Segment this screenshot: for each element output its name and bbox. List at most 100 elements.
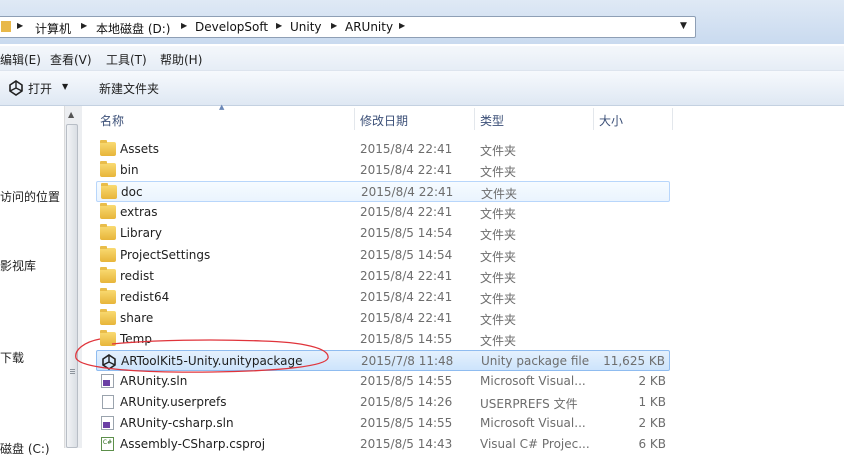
scrollbar-thumb[interactable] — [66, 124, 78, 448]
file-row[interactable]: extras 2015/8/4 22:41 文件夹 — [96, 202, 670, 223]
folder-icon — [100, 309, 116, 325]
menu-help[interactable]: 帮助(H) — [160, 51, 202, 68]
nav-item-local-disk-c[interactable]: 磁盘 (C:) — [0, 440, 50, 457]
breadcrumb-unity[interactable]: Unity — [290, 20, 322, 34]
file-name: doc — [121, 185, 143, 199]
file-name: share — [120, 311, 154, 325]
file-type: 文件夹 — [480, 313, 517, 327]
file-date: 2015/8/4 22:41 — [360, 142, 453, 156]
file-row[interactable]: share 2015/8/4 22:41 文件夹 — [96, 308, 670, 329]
folder-icon — [100, 267, 116, 283]
breadcrumb-computer[interactable]: 计算机 — [35, 20, 71, 37]
file-date: 2015/8/5 14:43 — [360, 437, 453, 451]
menu-bar: 编辑(E) 查看(V) 工具(T) 帮助(H) — [0, 46, 844, 71]
folder-icon — [1, 20, 11, 32]
breadcrumb-developsoft[interactable]: DevelopSoft — [195, 20, 268, 34]
breadcrumb-arrow-icon[interactable]: ▶ — [276, 21, 282, 30]
folder-icon — [100, 140, 116, 156]
nav-item-videos[interactable]: 影视库 — [0, 257, 36, 274]
file-date: 2015/8/5 14:55 — [360, 416, 453, 430]
menu-view[interactable]: 查看(V) — [50, 51, 92, 68]
file-size: 2 KB — [638, 374, 666, 388]
file-name: bin — [120, 163, 139, 177]
file-date: 2015/8/4 22:41 — [360, 269, 453, 283]
file-date: 2015/8/4 22:41 — [360, 205, 453, 219]
column-divider[interactable] — [593, 108, 594, 130]
file-type: 文件夹 — [480, 250, 517, 264]
file-date: 2015/8/4 22:41 — [360, 311, 453, 325]
file-row[interactable]: ARUnity.sln 2015/8/5 14:55 Microsoft Visua… — [96, 371, 670, 392]
file-row[interactable]: ARUnity.userprefs 2015/8/5 14:26 USERPREFS… — [96, 392, 670, 413]
file-type: 文件夹 — [480, 207, 517, 221]
breadcrumb-arrow-icon[interactable]: ▶ — [331, 21, 337, 30]
file-row[interactable]: doc 2015/8/4 22:41 文件夹 — [96, 181, 670, 202]
menu-tools[interactable]: 工具(T) — [106, 51, 147, 68]
file-type: USERPREFS 文件 — [480, 397, 578, 411]
menu-edit[interactable]: 编辑(E) — [0, 51, 41, 68]
file-row[interactable]: Assets 2015/8/4 22:41 文件夹 — [96, 139, 670, 160]
column-header-name[interactable]: 名称 — [100, 112, 124, 129]
file-row[interactable]: ProjectSettings 2015/8/5 14:54 文件夹 — [96, 245, 670, 266]
file-row[interactable]: C# Assembly-CSharp.csproj 2015/8/5 14:43 Vi… — [96, 434, 670, 455]
file-date: 2015/8/5 14:54 — [360, 226, 453, 240]
file-name: Library — [120, 226, 162, 240]
command-bar: 打开 ▼ 新建文件夹 — [0, 71, 844, 106]
folder-icon — [100, 203, 116, 219]
file-type: Unity package file — [481, 354, 590, 368]
open-dropdown-icon[interactable]: ▼ — [62, 82, 68, 91]
file-row[interactable]: redist64 2015/8/4 22:41 文件夹 — [96, 287, 670, 308]
file-type: 文件夹 — [480, 228, 517, 242]
file-name: ARUnity.userprefs — [120, 395, 227, 409]
column-divider[interactable] — [474, 108, 475, 130]
column-header-size[interactable]: 大小 — [599, 112, 623, 129]
file-row[interactable]: bin 2015/8/4 22:41 文件夹 — [96, 160, 670, 181]
file-date: 2015/8/5 14:54 — [360, 248, 453, 262]
file-type: 文件夹 — [480, 334, 517, 348]
sort-arrow-icon: ▲ — [219, 103, 225, 111]
visual-studio-icon — [101, 416, 114, 430]
open-button[interactable]: 打开 — [28, 80, 52, 97]
file-type: 文件夹 — [481, 187, 518, 201]
column-header-date[interactable]: 修改日期 — [360, 112, 408, 129]
nav-item-recent-places[interactable]: 访问的位置 — [0, 188, 60, 205]
file-row[interactable]: redist 2015/8/4 22:41 文件夹 — [96, 266, 670, 287]
address-dropdown-icon[interactable]: ▼ — [680, 21, 687, 31]
file-date: 2015/8/4 22:41 — [360, 163, 453, 177]
column-divider[interactable] — [672, 108, 673, 130]
file-date: 2015/8/5 14:55 — [360, 374, 453, 388]
file-type: 文件夹 — [480, 271, 517, 285]
file-row[interactable]: Library 2015/8/5 14:54 文件夹 — [96, 223, 670, 244]
file-name: Assets — [120, 142, 160, 156]
address-bar-area: ▶ 计算机 ▶ 本地磁盘 (D:) ▶ DevelopSoft ▶ Unity … — [0, 0, 844, 44]
file-size: 11,625 KB — [603, 354, 665, 368]
document-icon — [102, 395, 114, 409]
file-name: ARUnity.sln — [120, 374, 188, 388]
scroll-up-arrow-icon[interactable]: ▲ — [68, 110, 74, 119]
file-date: 2015/8/4 22:41 — [361, 185, 454, 199]
nav-item-downloads[interactable]: 下载 — [0, 349, 24, 366]
file-name: extras — [120, 205, 158, 219]
file-type: Visual C# Projec... — [480, 437, 590, 451]
file-type: 文件夹 — [480, 165, 517, 179]
column-divider[interactable] — [354, 108, 355, 130]
breadcrumb-arrow-icon[interactable]: ▶ — [399, 21, 405, 30]
unity-icon — [8, 80, 24, 99]
file-name: Assembly-CSharp.csproj — [120, 437, 266, 451]
breadcrumb-arrow-icon[interactable]: ▶ — [17, 21, 23, 30]
file-name: ProjectSettings — [120, 248, 211, 262]
breadcrumb-drive[interactable]: 本地磁盘 (D:) — [96, 20, 170, 37]
file-size: 2 KB — [638, 416, 666, 430]
file-date: 2015/8/5 14:26 — [360, 395, 453, 409]
folder-icon — [101, 183, 117, 199]
column-header-type[interactable]: 类型 — [480, 112, 504, 129]
file-name: redist64 — [120, 290, 170, 304]
breadcrumb-arunity[interactable]: ARUnity — [345, 20, 393, 34]
new-folder-button[interactable]: 新建文件夹 — [99, 80, 159, 97]
file-name: ARUnity-csharp.sln — [120, 416, 234, 430]
address-bar[interactable]: ▶ 计算机 ▶ 本地磁盘 (D:) ▶ DevelopSoft ▶ Unity … — [0, 16, 696, 38]
breadcrumb-arrow-icon[interactable]: ▶ — [181, 21, 187, 30]
folder-icon — [100, 224, 116, 240]
breadcrumb-arrow-icon[interactable]: ▶ — [81, 21, 87, 30]
visual-studio-icon — [101, 374, 114, 388]
file-row[interactable]: ARUnity-csharp.sln 2015/8/5 14:55 Microsof… — [96, 413, 670, 434]
